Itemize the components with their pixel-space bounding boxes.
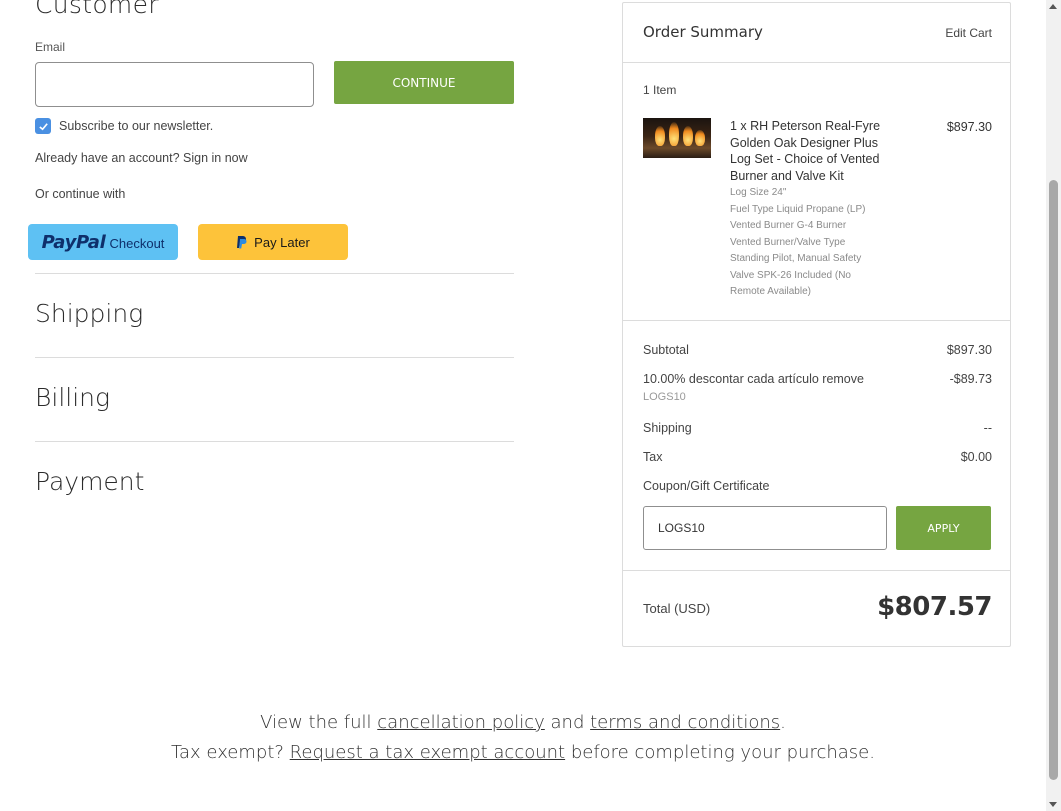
customer-heading: Customer: [35, 0, 159, 19]
email-field[interactable]: [35, 62, 314, 107]
paypal-checkout-button[interactable]: PayPal Checkout: [28, 224, 178, 260]
scroll-down-icon[interactable]: [1049, 802, 1057, 807]
coupon-label: Coupon/Gift Certificate: [643, 479, 770, 493]
footer-text: Tax exempt?: [171, 742, 290, 763]
summary-divider: [623, 570, 1010, 571]
sign-in-link[interactable]: Already have an account? Sign in now: [35, 151, 248, 165]
discount-row: 10.00% descontar cada artículo remove -$…: [643, 372, 992, 386]
shipping-row: Shipping --: [643, 421, 992, 435]
product-option: Fuel Type Liquid Propane (LP): [730, 203, 866, 215]
footer-text: View the full: [260, 712, 378, 733]
subtotal-row: Subtotal $897.30: [643, 343, 992, 357]
apply-button[interactable]: APPLY: [896, 506, 991, 550]
tax-value: $0.00: [960, 450, 992, 464]
product-option: Remote Available): [730, 286, 811, 297]
product-option: Valve SPK-26 Included (No: [730, 269, 851, 281]
section-divider: [35, 273, 514, 274]
newsletter-option[interactable]: Subscribe to our newsletter.: [35, 118, 213, 134]
cancellation-policy-link[interactable]: cancellation policy: [377, 712, 545, 733]
continue-button[interactable]: CONTINUE: [334, 61, 514, 104]
discount-code: LOGS10: [643, 391, 686, 403]
terms-link[interactable]: terms and conditions: [590, 712, 780, 733]
checkmark-icon: [38, 122, 48, 130]
footer-line-tax: Tax exempt? Request a tax exempt account…: [0, 738, 1046, 768]
pay-later-label: Pay Later: [254, 234, 310, 250]
total-label: Total (USD): [643, 601, 711, 616]
payment-heading[interactable]: Payment: [35, 467, 144, 496]
total-value: $807.57: [877, 592, 992, 622]
tax-label: Tax: [643, 450, 663, 464]
discount-label[interactable]: 10.00% descontar cada artículo remove: [643, 372, 864, 386]
summary-divider: [623, 320, 1010, 321]
shipping-label: Shipping: [643, 421, 692, 435]
subtotal-label: Subtotal: [643, 343, 689, 357]
page-scrollbar[interactable]: [1046, 0, 1061, 811]
subtotal-value: $897.30: [946, 343, 992, 357]
product-options: Log Size 24" Fuel Type Liquid Propane (L…: [730, 185, 895, 301]
product-option: Vented Burner/Valve Type: [730, 236, 846, 248]
footer-text: .: [780, 712, 786, 733]
product-option: Vented Burner G-4 Burner: [730, 220, 847, 231]
newsletter-checkbox[interactable]: [35, 118, 51, 134]
product-price: $897.30: [946, 120, 992, 134]
edit-cart-link[interactable]: Edit Cart: [945, 26, 992, 40]
summary-divider: [623, 62, 1010, 63]
tax-row: Tax $0.00: [643, 450, 992, 464]
product-option: Log Size 24": [730, 187, 787, 198]
footer-text: before completing your purchase.: [565, 742, 875, 763]
paypal-logo: PayPal: [41, 231, 106, 253]
pay-later-button[interactable]: Pay Later: [198, 224, 348, 260]
item-count: 1 Item: [643, 83, 677, 97]
shipping-heading[interactable]: Shipping: [35, 299, 143, 328]
footer-text: and: [544, 712, 591, 733]
tax-exempt-link[interactable]: Request a tax exempt account: [290, 742, 565, 763]
scroll-up-icon[interactable]: [1049, 4, 1057, 9]
coupon-input[interactable]: LOGS10: [643, 506, 887, 550]
paypal-checkout-label: Checkout: [109, 236, 165, 251]
scrollbar-thumb[interactable]: [1049, 180, 1058, 780]
or-continue-text: Or continue with: [35, 187, 126, 201]
footer-line-policies: View the full cancellation policy and te…: [0, 708, 1046, 738]
order-summary-title: Order Summary: [643, 23, 763, 41]
newsletter-label: Subscribe to our newsletter.: [59, 119, 214, 133]
discount-value: -$89.73: [949, 372, 992, 386]
order-summary: Order Summary Edit Cart 1 Item 1 x RH Pe…: [622, 2, 1011, 647]
section-divider: [35, 357, 514, 358]
product-thumbnail: [643, 118, 711, 158]
product-name: 1 x RH Peterson Real-Fyre Golden Oak Des…: [730, 119, 881, 183]
section-divider: [35, 441, 514, 442]
product-option: Standing Pilot, Manual Safety: [730, 253, 862, 264]
billing-heading[interactable]: Billing: [35, 383, 110, 412]
email-label: Email: [35, 40, 66, 54]
paypal-icon: [237, 236, 247, 249]
shipping-value: --: [983, 421, 992, 435]
checkout-footer: View the full cancellation policy and te…: [0, 708, 1046, 768]
